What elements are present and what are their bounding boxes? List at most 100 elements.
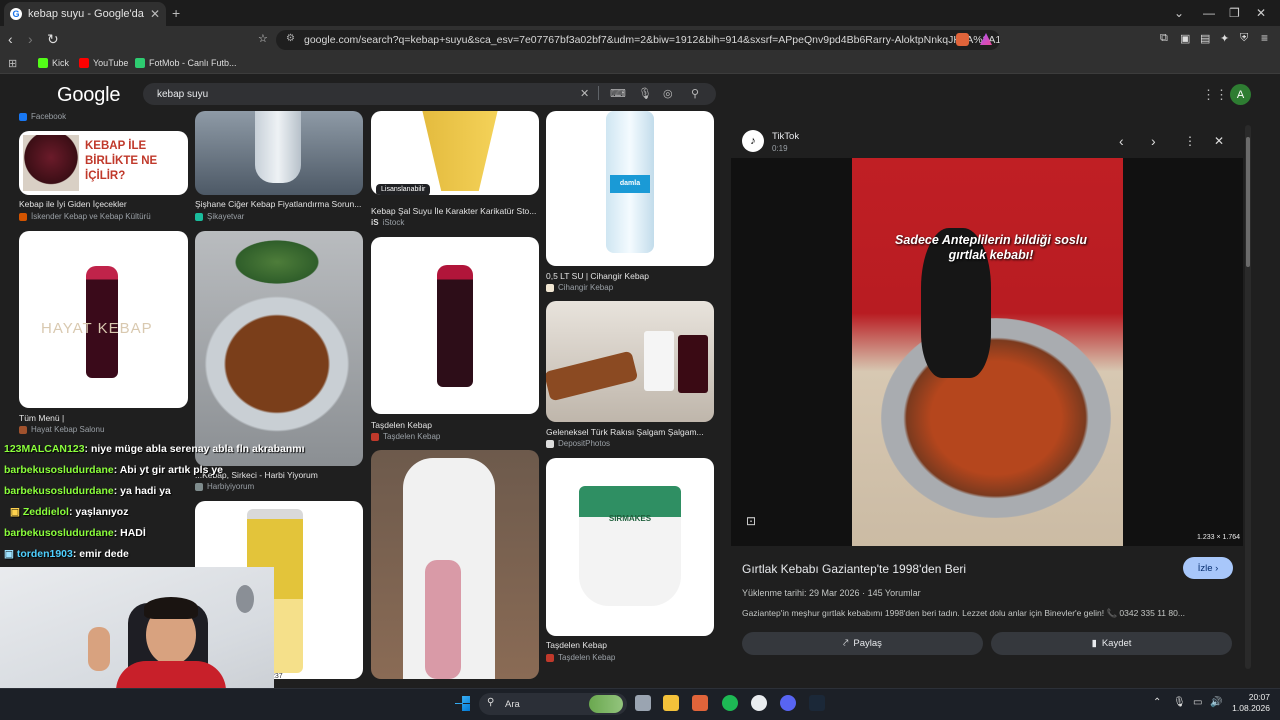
new-tab-icon[interactable]: + (172, 5, 180, 21)
clear-search-icon[interactable]: ✕ (580, 87, 589, 100)
avatar[interactable]: A (1230, 84, 1251, 105)
panel-scroll-thumb[interactable] (1246, 137, 1250, 267)
search-input[interactable]: kebap suyu (143, 83, 716, 105)
address-bar[interactable]: ⚙ google.com/search?q=kebap+suyu&sca_esv… (276, 30, 1000, 50)
keyboard-icon[interactable]: ⌨ (610, 87, 626, 100)
result-source[interactable]: Cihangir Kebap (546, 283, 613, 292)
clock-time: 20:07 (1248, 692, 1270, 702)
minimize-icon[interactable]: — (1203, 6, 1215, 20)
result-image[interactable] (371, 237, 539, 414)
panel-scrollbar[interactable] (1245, 125, 1251, 669)
result-caption[interactable]: Kebap Şal Suyu İle Karakter Karikatür St… (371, 206, 539, 216)
result-caption[interactable]: Taşdelen Kebap (546, 640, 714, 650)
result-source[interactable]: Harbiyiyorum (195, 482, 254, 491)
share-button[interactable]: ⤤ Paylaş (742, 632, 983, 655)
lens-icon[interactable]: ◎ (663, 87, 673, 100)
wallet-icon[interactable]: ▤ (1200, 32, 1210, 45)
result-image[interactable]: HAYAT KEBAP (19, 231, 188, 408)
leo-ai-icon[interactable]: ✦ (1220, 32, 1229, 45)
kebab-photo (546, 350, 639, 402)
result-source[interactable]: iS iStock (371, 218, 404, 227)
result-caption[interactable]: Kebap ile İyi Giden İçecekler (19, 199, 188, 209)
site-info-icon[interactable]: ⚙ (286, 33, 295, 44)
result-source[interactable]: Facebook (19, 112, 66, 121)
discord-icon[interactable] (780, 695, 796, 711)
result-source[interactable]: DepositPhotos (546, 439, 610, 448)
task-view-icon[interactable] (635, 695, 651, 711)
result-caption[interactable]: Geleneksel Türk Rakısı Şalgam Şalgam... (546, 427, 714, 437)
bookmark-youtube[interactable]: YouTube (79, 58, 128, 68)
display-icon[interactable]: ▭ (1193, 697, 1202, 708)
bookmark-kick[interactable]: Kick (38, 58, 69, 68)
steam-icon[interactable] (809, 695, 825, 711)
show-hidden-icons[interactable]: ⌃ (1153, 697, 1161, 708)
bookmark-star-icon[interactable]: ☆ (258, 32, 268, 45)
active-tab[interactable]: G kebap suyu - Google'da Ara ✕ (4, 2, 166, 26)
next-icon[interactable]: › (1151, 133, 1156, 149)
result-caption[interactable]: Tüm Menü | (19, 413, 188, 423)
vpn-icon[interactable]: ⛨ (1240, 32, 1248, 45)
site-icon (195, 482, 203, 491)
result-caption[interactable]: 0,5 LT SU | Cihangir Kebap (546, 271, 714, 281)
fotmob-icon (135, 58, 145, 68)
whatsapp-icon[interactable] (751, 695, 767, 711)
panel-title[interactable]: Gırtlak Kebabı Gaziantep'te 1998'den Ber… (742, 562, 966, 576)
reload-icon[interactable]: ↻ (47, 31, 59, 48)
result-source[interactable]: Taşdelen Kebap (546, 653, 615, 662)
volume-icon[interactable]: 🔊 (1210, 697, 1222, 708)
taskbar-search[interactable]: ⚲ Ara (479, 693, 627, 715)
menu-icon[interactable]: ≡ (1261, 31, 1268, 45)
facebook-icon (19, 112, 27, 121)
google-apps-icon[interactable]: ⋮⋮ (1202, 87, 1228, 103)
result-image[interactable] (371, 450, 539, 679)
brave-browser-icon[interactable] (692, 695, 708, 711)
apps-grid-icon[interactable]: ⊞ (8, 57, 17, 70)
video-preview[interactable]: Sadece Anteplilerin bildiği soslu gırtla… (731, 158, 1243, 546)
back-icon[interactable]: ‹ (8, 31, 13, 47)
result-image[interactable] (546, 301, 714, 422)
youtube-icon (79, 58, 89, 68)
result-source[interactable]: Hayat Kebap Salonu (19, 425, 104, 434)
site-icon (546, 653, 554, 662)
result-caption[interactable]: Şişhane Ciğer Kebap Fiyatlandırma Sorun.… (195, 199, 363, 209)
streamer-hair (144, 597, 198, 619)
microphone-icon[interactable]: 🎙 (1173, 697, 1186, 708)
result-source[interactable]: Taşdelen Kebap (371, 432, 440, 441)
sidebar-icon[interactable]: ▣ (1180, 32, 1190, 45)
maximize-icon[interactable]: ❐ (1229, 6, 1240, 20)
result-image[interactable]: SIRMAKES (546, 458, 714, 636)
chat-message: ▣ Zeddielol: yaşlanıyoz (10, 506, 129, 518)
tab-close-icon[interactable]: ✕ (150, 7, 160, 21)
result-image[interactable]: KEBAP İLE BİRLİKTE NE İÇİLİR? (19, 131, 188, 195)
save-button[interactable]: ▮ Kaydet (991, 632, 1232, 655)
result-image[interactable] (195, 231, 363, 466)
system-clock[interactable]: 20:07 1.08.2026 (1226, 692, 1270, 714)
watch-button[interactable]: İzle › (1183, 557, 1233, 579)
kick-icon (38, 58, 48, 68)
panel-source-name[interactable]: TikTok (772, 131, 799, 142)
result-image[interactable] (195, 111, 363, 195)
extensions-icon[interactable]: ⧉ (1160, 32, 1168, 45)
google-logo[interactable]: Google (57, 84, 120, 107)
chat-message: 123MALCAN123: niye müge abla serenay abl… (4, 443, 305, 455)
bookmark-fotmob[interactable]: FotMob - Canlı Futb... (135, 58, 237, 68)
tab-title: kebap suyu - Google'da Ara (28, 8, 146, 20)
brave-shield-icon[interactable] (956, 33, 969, 46)
file-explorer-icon[interactable] (663, 695, 679, 711)
voice-search-icon[interactable]: 🎙 (638, 87, 652, 100)
tab-search-icon[interactable]: ⌄ (1174, 6, 1184, 20)
result-source[interactable]: İskender Kebap ve Kebap Kültürü (19, 212, 151, 221)
close-window-icon[interactable]: ✕ (1256, 6, 1266, 20)
forward-icon[interactable]: › (28, 31, 33, 47)
previous-icon[interactable]: ‹ (1119, 133, 1124, 149)
result-image[interactable]: Lisanslanabilir (371, 111, 539, 195)
result-caption[interactable]: Taşdelen Kebap (371, 420, 539, 430)
close-panel-icon[interactable]: ✕ (1214, 134, 1224, 148)
more-options-icon[interactable]: ⋮ (1184, 134, 1196, 148)
result-source[interactable]: Şikayetvar (195, 212, 244, 221)
water-bottle (255, 111, 301, 183)
result-image[interactable]: damla (546, 111, 714, 266)
lens-search-icon[interactable]: ⊡ (746, 514, 756, 528)
spotify-icon[interactable] (722, 695, 738, 711)
search-icon[interactable]: ⚲ (691, 87, 699, 100)
